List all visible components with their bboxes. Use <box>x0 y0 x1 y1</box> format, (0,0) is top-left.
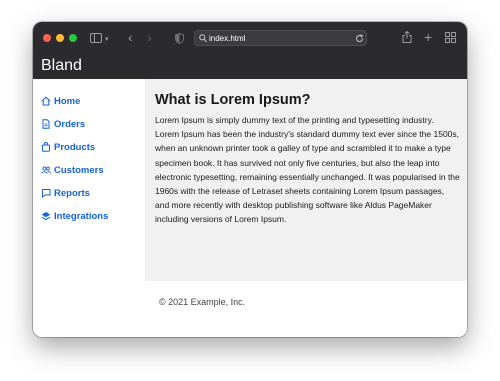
site-footer: © 2021 Example, Inc. <box>33 281 467 337</box>
sidebar-item-label: Reports <box>54 187 90 199</box>
sidebar-item-label: Products <box>54 141 96 153</box>
sidebar-item-home[interactable]: Home <box>41 94 80 108</box>
chevron-down-icon[interactable]: ▾ <box>105 34 109 46</box>
forward-icon[interactable]: › <box>147 30 152 44</box>
sidebar-item-customers[interactable]: Customers <box>41 163 104 177</box>
sidebar-item-reports[interactable]: Reports <box>41 186 90 200</box>
back-icon[interactable]: ‹ <box>128 30 133 44</box>
close-window-button[interactable] <box>43 34 51 42</box>
copyright-text: © 2021 Example, Inc. <box>159 297 246 307</box>
body-paragraph: Lorem Ipsum is simply dummy text of the … <box>155 115 460 225</box>
sidebar-toggle-icon[interactable] <box>90 33 102 45</box>
sidebar-item-label: Customers <box>54 164 104 176</box>
brand-logo[interactable]: Bland <box>41 56 82 76</box>
page-title: What is Lorem Ipsum? <box>155 92 311 108</box>
house-icon <box>41 96 51 106</box>
users-icon <box>41 166 51 174</box>
sidebar-item-products[interactable]: Products <box>41 140 95 154</box>
zoom-window-button[interactable] <box>69 34 77 42</box>
cart-icon <box>42 142 50 152</box>
address-bar[interactable]: index.html <box>194 30 367 46</box>
layers-icon <box>41 212 51 221</box>
sidebar-item-integrations[interactable]: Integrations <box>41 209 108 223</box>
sidebar-item-label: Integrations <box>54 210 109 222</box>
minimize-window-button[interactable] <box>56 34 64 42</box>
search-icon <box>199 33 207 45</box>
sidebar-item-orders[interactable]: Orders <box>41 117 85 131</box>
browser-window: ▾ ‹ › index.html + Bland Home Orders Pro… <box>33 22 467 337</box>
chart-icon <box>42 189 51 198</box>
privacy-shield-icon[interactable] <box>175 32 184 46</box>
sidebar-nav: Home Orders Products Customers Reports I… <box>33 79 145 281</box>
share-icon[interactable] <box>402 30 412 45</box>
tab-overview-icon[interactable] <box>445 32 456 45</box>
sidebar-item-label: Home <box>54 95 81 107</box>
reload-icon[interactable] <box>355 33 364 45</box>
address-text: index.html <box>209 34 246 43</box>
sidebar-item-label: Orders <box>54 118 86 130</box>
file-icon <box>42 119 50 129</box>
site-header: Bland <box>33 55 467 79</box>
browser-toolbar: ▾ ‹ › index.html + <box>33 22 467 55</box>
new-tab-icon[interactable]: + <box>424 30 432 44</box>
main-content: What is Lorem Ipsum? Lorem Ipsum is simp… <box>145 79 467 281</box>
